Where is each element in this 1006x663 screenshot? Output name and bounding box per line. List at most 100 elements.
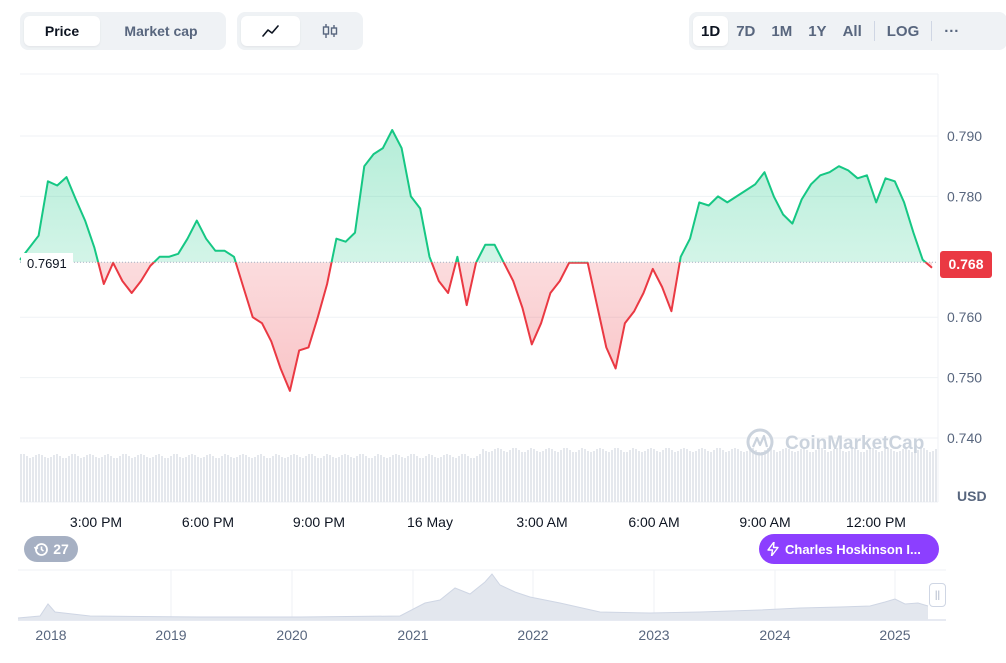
history-icon (34, 543, 49, 556)
volume-bar (539, 452, 541, 502)
volume-bar (431, 455, 433, 502)
y-tick-label: 0.750 (947, 370, 982, 386)
volume-bar (26, 456, 28, 502)
volume-bar (485, 451, 487, 502)
volume-bar (242, 454, 244, 502)
news-headline: Charles Hoskinson I... (785, 541, 921, 557)
volume-bar (338, 457, 340, 502)
volume-bar (557, 452, 559, 502)
volume-bar (608, 452, 610, 502)
history-navigator[interactable] (17, 569, 946, 621)
volume-bar (38, 454, 40, 502)
navigator-area (18, 574, 928, 620)
volume-bar (173, 454, 175, 502)
volume-bar (584, 449, 586, 502)
volume-bar (719, 448, 721, 502)
volume-bar (707, 451, 709, 502)
volume-bar (581, 448, 583, 502)
current-price-tag: 0.768 (940, 251, 992, 278)
volume-bar (839, 449, 841, 502)
volume-bar (563, 448, 565, 502)
volume-bar (323, 456, 325, 502)
volume-bar (812, 452, 814, 502)
navigator-year-label: 2025 (879, 627, 911, 643)
volume-bar (917, 450, 919, 502)
volume-bar (857, 450, 859, 502)
volume-bar (29, 458, 31, 502)
volume-bar (809, 452, 811, 502)
volume-bar (245, 455, 247, 502)
volume-bar (542, 451, 544, 502)
volume-bar (482, 449, 484, 502)
volume-bar (167, 458, 169, 502)
volume-bar (479, 454, 481, 502)
volume-bar (101, 457, 103, 502)
volume-bar (716, 448, 718, 502)
volume-bar (212, 456, 214, 502)
news-marker-pill[interactable]: Charles Hoskinson I... (759, 534, 939, 564)
watermark-text: CoinMarketCap (785, 433, 924, 454)
volume-bar (587, 451, 589, 502)
volume-bar (83, 457, 85, 502)
volume-bar (197, 457, 199, 502)
volume-bar (845, 452, 847, 502)
volume-bar (329, 455, 331, 502)
volume-bar (74, 454, 76, 502)
volume-bar (239, 455, 241, 502)
x-tick-label: 3:00 PM (69, 514, 123, 530)
volume-bar (743, 452, 745, 502)
volume-bar (866, 450, 868, 502)
volume-bar (470, 458, 472, 502)
volume-bar (362, 454, 364, 502)
volume-bar (617, 448, 619, 502)
volume-bar (44, 457, 46, 502)
navigator-drag-handle[interactable]: || (929, 583, 946, 607)
volume-bar (248, 457, 250, 502)
volume-bar (689, 451, 691, 502)
volume-bar (326, 454, 328, 502)
volume-bar (680, 449, 682, 502)
volume-bar (41, 455, 43, 502)
volume-bar (860, 452, 862, 502)
volume-bar (671, 450, 673, 502)
volume-bar (452, 457, 454, 502)
volume-bar (638, 451, 640, 502)
volume-bar (407, 456, 409, 502)
volume-bar (293, 454, 295, 502)
volume-bar (110, 456, 112, 502)
volume-bar (368, 458, 370, 502)
volume-bar (215, 458, 217, 502)
volume-bar (386, 458, 388, 502)
volume-bar (854, 448, 856, 502)
volume-bar (491, 451, 493, 502)
volume-bar (422, 458, 424, 502)
volume-bar (869, 448, 871, 502)
volume-bar (314, 456, 316, 502)
volume-bar (98, 458, 100, 502)
volume-bar (650, 448, 652, 502)
currency-label: USD (957, 488, 987, 504)
volume-bar (128, 456, 130, 502)
volume-bar (794, 452, 796, 502)
volume-bar (137, 455, 139, 502)
volume-bar (572, 452, 574, 502)
volume-bar (734, 448, 736, 502)
volume-bar (92, 455, 94, 502)
volume-bar (353, 458, 355, 502)
volume-bar (782, 449, 784, 502)
volume-bar (740, 451, 742, 502)
volume-bar (356, 456, 358, 502)
x-tick-label: 6:00 PM (181, 514, 235, 530)
volume-bar (599, 448, 601, 502)
volume-bar (932, 451, 934, 502)
events-count-badge[interactable]: 27 (24, 536, 78, 562)
volume-bar (119, 456, 121, 502)
volume-bar (179, 457, 181, 502)
volume-bar (911, 452, 913, 502)
volume-bar (251, 458, 253, 502)
volume-bar (335, 458, 337, 502)
volume-bar (476, 456, 478, 502)
volume-bar (113, 458, 115, 502)
volume-bar (524, 452, 526, 502)
volume-bar (65, 458, 67, 502)
